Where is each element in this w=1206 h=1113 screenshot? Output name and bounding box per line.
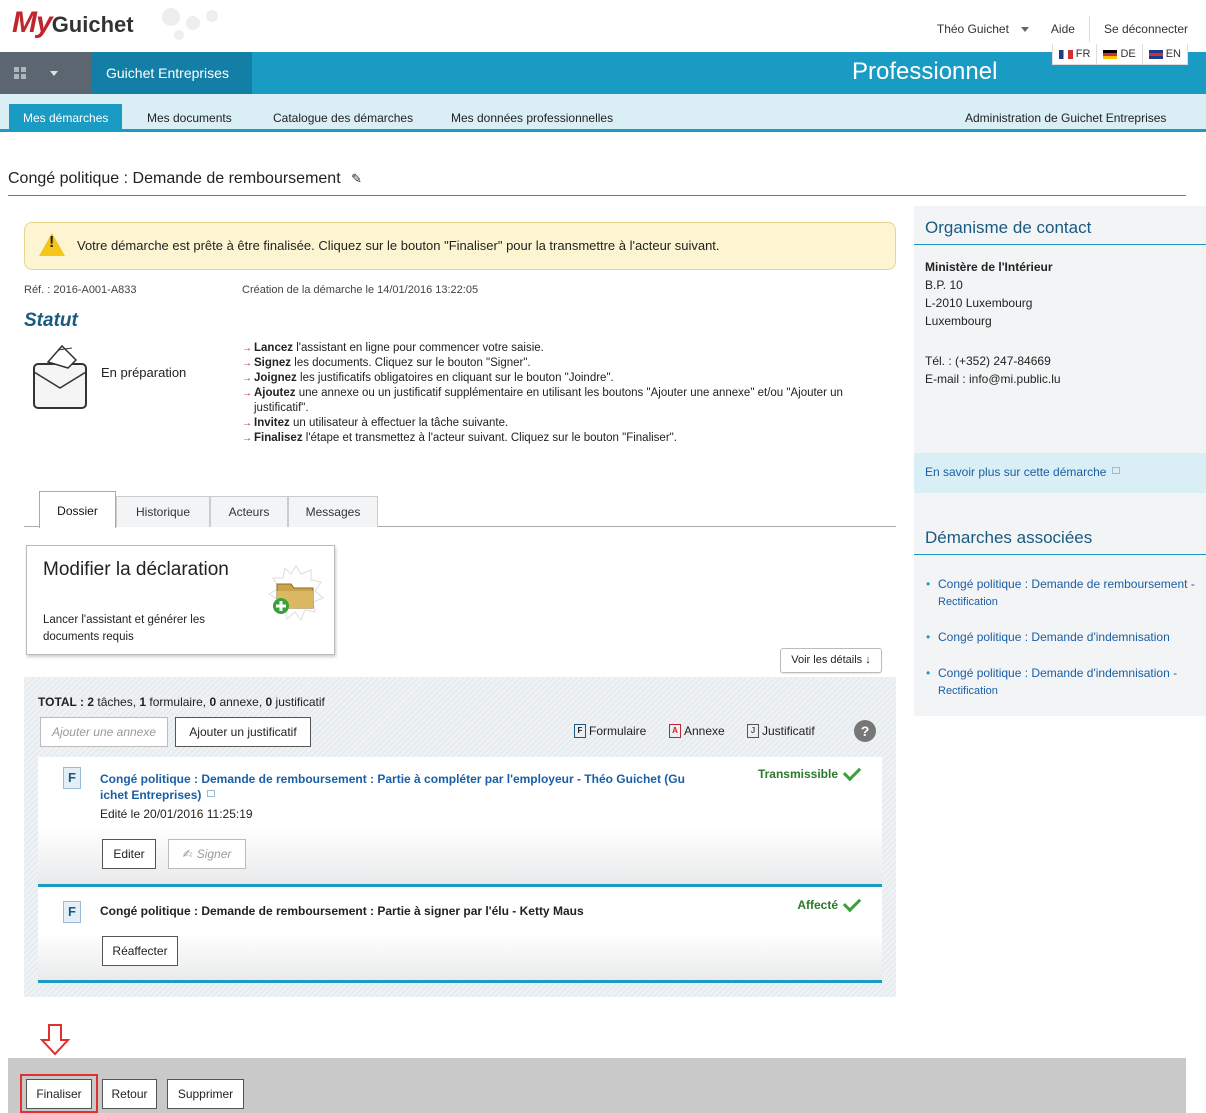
nav-catalogue[interactable]: Catalogue des démarches xyxy=(273,104,413,132)
tab-historique[interactable]: Historique xyxy=(116,496,210,527)
contact-details: Ministère de l'Intérieur B.P. 10 L-2010 … xyxy=(925,260,1061,386)
list-item: Congé politique : Demande d'indemnisatio… xyxy=(926,665,1196,700)
annex-icon: A xyxy=(669,724,681,738)
list-item: Finalisez l'étape et transmettez à l'act… xyxy=(242,431,894,446)
ready-alert: ! Votre démarche est prête à être finali… xyxy=(24,222,896,270)
checkmark-icon xyxy=(842,893,862,913)
delete-button[interactable]: Supprimer xyxy=(167,1079,244,1109)
list-item: Congé politique : Demande de rembourseme… xyxy=(926,576,1196,611)
form-icon: F xyxy=(63,901,81,923)
legend-annexe: A Annexe xyxy=(669,724,725,738)
logout-link[interactable]: Se déconnecter xyxy=(1104,22,1188,36)
dossier-tabs: Dossier Historique Acteurs Messages xyxy=(24,491,896,528)
help-link[interactable]: Aide xyxy=(1051,22,1075,36)
apps-menu-button[interactable] xyxy=(0,52,106,94)
creation-date: Création de la démarche le 14/01/2016 13… xyxy=(242,284,479,296)
add-justificatif-button[interactable]: Ajouter un justificatif xyxy=(175,717,311,747)
tab-messages[interactable]: Messages xyxy=(288,496,378,527)
more-info-link[interactable]: En savoir plus sur cette démarche xyxy=(925,465,1121,479)
tab-acteurs[interactable]: Acteurs xyxy=(210,496,288,527)
associated-link[interactable]: Congé politique : Demande d'indemnisatio… xyxy=(938,630,1170,644)
external-window-icon xyxy=(1112,467,1121,474)
checkmark-icon xyxy=(842,762,862,782)
chevron-down-icon xyxy=(50,71,58,76)
legend-formulaire: F Formulaire xyxy=(574,724,646,738)
user-nav: Théo Guichet Aide Se déconnecter xyxy=(937,16,1188,42)
add-folder-icon xyxy=(268,565,324,622)
list-item: Signez les documents. Cliquez sur le bou… xyxy=(242,356,894,371)
list-item: Congé politique : Demande d'indemnisatio… xyxy=(926,629,1196,647)
app-name[interactable]: Guichet Entreprises xyxy=(92,52,252,94)
sign-button[interactable]: ✍ Signer xyxy=(168,839,246,869)
status-badge: Affecté xyxy=(797,893,862,913)
pencil-icon[interactable]: ✎ xyxy=(351,171,362,187)
myguichet-logo[interactable]: MyGuichet xyxy=(12,6,134,40)
nav-mes-documents[interactable]: Mes documents xyxy=(147,104,232,132)
form-icon: F xyxy=(574,724,586,738)
nav-mes-demarches[interactable]: Mes démarches xyxy=(9,104,123,132)
user-menu[interactable]: Théo Guichet xyxy=(937,22,1021,36)
title-divider xyxy=(8,195,1186,196)
arrow-down-icon xyxy=(40,1024,70,1056)
divider xyxy=(1088,16,1090,42)
top-bar: MyGuichet Théo Guichet Aide Se déconnect… xyxy=(0,0,1206,52)
nav-donnees-pro[interactable]: Mes données professionnelles xyxy=(451,104,613,132)
legend-justificatif: J Justificatif xyxy=(747,724,815,738)
divider xyxy=(914,244,1206,245)
nav-administration[interactable]: Administration de Guichet Entreprises xyxy=(965,104,1166,132)
finalize-button[interactable]: Finaliser xyxy=(26,1079,92,1109)
main-nav: Mes démarches Mes documents Catalogue de… xyxy=(0,94,1206,132)
tab-dossier[interactable]: Dossier xyxy=(39,491,116,528)
justificatif-icon: J xyxy=(747,724,759,738)
task-row: F Congé politique : Demande de rembourse… xyxy=(38,887,882,983)
task-row: F Congé politique : Demande de rembourse… xyxy=(38,757,882,887)
divider xyxy=(914,554,1206,555)
help-icon[interactable]: ? xyxy=(854,720,876,742)
uk-flag-icon xyxy=(1148,49,1163,59)
space-title: Professionnel xyxy=(852,58,998,85)
total-summary: TOTAL : 2 tâches, 1 formulaire, 0 annexe… xyxy=(38,695,325,709)
warning-exclamation: ! xyxy=(49,234,55,251)
app-banner: Guichet Entreprises Professionnel FR DE … xyxy=(0,44,1206,94)
france-flag-icon xyxy=(1058,49,1073,59)
language-switcher: FR DE EN xyxy=(1051,44,1188,65)
back-button[interactable]: Retour xyxy=(102,1079,157,1109)
form-icon: F xyxy=(63,767,81,789)
edit-button[interactable]: Editer xyxy=(102,839,156,869)
more-info-box: En savoir plus sur cette démarche xyxy=(914,453,1206,493)
list-item: Joignez les justificatifs obligatoires e… xyxy=(242,371,894,386)
associated-link[interactable]: Congé politique : Demande de rembourseme… xyxy=(938,577,1195,608)
task-title: Congé politique : Demande de rembourseme… xyxy=(100,904,584,918)
show-details-button[interactable]: Voir les détails ↓ xyxy=(780,648,882,673)
envelope-icon xyxy=(33,344,87,409)
lang-de[interactable]: DE xyxy=(1096,44,1141,64)
contact-heading: Organisme de contact xyxy=(925,218,1092,237)
status-badge: Transmissible xyxy=(758,762,862,782)
lang-fr[interactable]: FR xyxy=(1053,44,1097,64)
chevron-down-icon[interactable] xyxy=(1020,26,1029,32)
list-item: Lancez l'assistant en ligne pour commenc… xyxy=(242,341,894,356)
associated-heading: Démarches associées xyxy=(925,528,1093,547)
task-edit-date: Edité le 20/01/2016 11:25:19 xyxy=(100,807,253,821)
add-annex-button[interactable]: Ajouter une annexe xyxy=(40,717,168,747)
status-value: En préparation xyxy=(101,365,187,380)
page-title: Congé politique : Demande de rembourseme… xyxy=(8,170,362,187)
signature-icon: ✍ xyxy=(182,847,193,861)
status-heading: Statut xyxy=(24,310,78,331)
associated-link[interactable]: Congé politique : Demande d'indemnisatio… xyxy=(938,666,1177,697)
germany-flag-icon xyxy=(1103,49,1118,59)
modify-declaration-card[interactable]: Modifier la déclaration Lancer l'assista… xyxy=(26,545,335,655)
list-item: Invitez un utilisateur à effectuer la tâ… xyxy=(242,416,894,431)
list-item: Ajoutez une annexe ou un justificatif su… xyxy=(242,386,894,416)
grid-icon xyxy=(14,67,26,79)
card-description: Lancer l'assistant et générer les docume… xyxy=(43,614,206,643)
reference: Réf. : 2016-A001-A833 xyxy=(24,284,137,296)
reassign-button[interactable]: Réaffecter xyxy=(102,936,178,966)
task-link[interactable]: Congé politique : Demande de rembourseme… xyxy=(100,771,690,803)
card-title: Modifier la déclaration xyxy=(43,559,229,580)
associated-list: Congé politique : Demande de rembourseme… xyxy=(926,576,1196,718)
external-window-icon xyxy=(207,790,216,797)
instruction-list: Lancez l'assistant en ligne pour commenc… xyxy=(242,341,894,446)
lang-en[interactable]: EN xyxy=(1141,44,1187,64)
